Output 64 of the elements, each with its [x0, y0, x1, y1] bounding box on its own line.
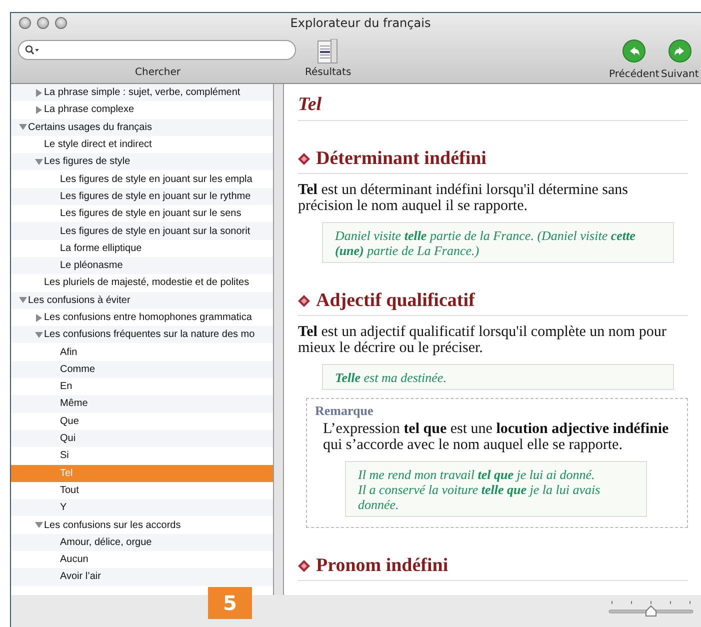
tree-item[interactable]: Le pléonasme	[11, 256, 273, 274]
diamond-icon	[298, 295, 310, 307]
section-heading: Déterminant indéfini	[316, 148, 486, 170]
tree-item[interactable]: Certains usages du français	[11, 118, 273, 136]
tree-item[interactable]: Même	[11, 395, 273, 413]
collapsed-arrow-icon[interactable]	[35, 314, 43, 322]
tree-item[interactable]: La phrase simple : sujet, verbe, complément	[11, 84, 273, 102]
close-button[interactable]	[19, 17, 31, 29]
example-text: Telle est ma destinée.	[335, 370, 448, 385]
tree-item[interactable]: Les figures de style en jouant sur la sonorit	[11, 222, 273, 240]
window-title: Explorateur du français	[290, 16, 431, 30]
tree-item[interactable]: Amour, délice, orgue	[11, 534, 273, 552]
tree-item[interactable]: Les figures de style en jouant sur les empla	[11, 170, 273, 188]
expanded-arrow-icon[interactable]	[19, 296, 27, 304]
splitter[interactable]	[274, 84, 284, 595]
diamond-icon	[298, 153, 310, 165]
document-list-icon[interactable]	[317, 39, 339, 65]
expanded-arrow-icon[interactable]	[35, 521, 43, 530]
tree-item[interactable]: Avoir l’air	[11, 568, 273, 586]
example-text: Daniel visite telle partie de la France. (Daniel visite cette (une) partie de La France.)	[335, 228, 636, 258]
tree-item[interactable]: Les figures de style en jouant sur le sens	[11, 205, 273, 222]
tree-item[interactable]: Que	[11, 412, 273, 430]
tree-item[interactable]: Si	[11, 447, 273, 465]
diamond-icon	[298, 560, 310, 572]
tree-item[interactable]: Aucun	[11, 551, 273, 568]
search-icon	[25, 45, 39, 55]
results-label: Résultats	[305, 67, 352, 78]
tree-item[interactable]: Les confusions fréquentes sur la nature des mo	[11, 326, 273, 344]
forward-button[interactable]: Suivant	[661, 39, 699, 80]
remark-label: Remarque	[315, 403, 374, 419]
tree-item[interactable]: Afin	[11, 343, 273, 361]
tree-item[interactable]: Les confusions entre homophones grammatica	[11, 308, 273, 326]
zoom-button[interactable]	[55, 17, 67, 29]
article-title: Tel	[298, 94, 688, 121]
search-label: Chercher	[135, 67, 180, 78]
expanded-arrow-icon[interactable]	[35, 158, 43, 166]
tree-item[interactable]: La forme elliptique	[11, 240, 273, 257]
tree-item[interactable]: Les confusions à éviter	[11, 292, 273, 309]
tree-item[interactable]: Le style direct et indirect	[11, 136, 273, 154]
search-field[interactable]	[18, 40, 296, 60]
tree-item[interactable]: Les pluriels de majesté, modestie et de polites	[11, 274, 273, 292]
expanded-arrow-icon[interactable]	[19, 123, 27, 132]
definition-text: Tel est un déterminant indéfini lorsqu'il détermine sans précision le nom auquel il se rapporte.	[298, 182, 629, 214]
minimize-button[interactable]	[37, 17, 49, 29]
section-heading: Adjectif qualificatif	[316, 290, 475, 312]
expanded-arrow-icon[interactable]	[35, 330, 43, 339]
callout-badge: 5	[208, 587, 252, 619]
example-text: Il a conservé la voiture telle que je la lui avais donnée.	[358, 482, 602, 512]
tree-item[interactable]: Comme	[11, 360, 273, 378]
tree-item[interactable]: En	[11, 378, 273, 396]
slider-thumb[interactable]	[646, 605, 656, 616]
back-button[interactable]: Précédent	[609, 39, 660, 80]
tree-item[interactable]: Tout	[11, 482, 273, 500]
zoom-slider[interactable]	[608, 599, 694, 619]
remark-text: L’expression tel que est une locution adjective indéfinie qui s’accorde avec le nom auquel elle se rapporte.	[323, 421, 670, 453]
tree-item[interactable]: Qui	[11, 430, 273, 448]
tree-item[interactable]: Les confusions sur les accords	[11, 516, 273, 534]
definition-text: Tel est un adjectif qualificatif lorsqu'il complète un nom pour mieux le décrire ou le préciser.	[298, 324, 668, 356]
tree-item[interactable]: La phrase complexe	[11, 101, 273, 119]
example-text: Il me rend mon travail tel que je lui ai donné.	[358, 467, 596, 482]
tree-item[interactable]: Les figures de style en jouant sur le rythme	[11, 188, 273, 206]
tree-item[interactable]: Les figures de style	[11, 153, 273, 170]
section-heading: Pronom indéfini	[316, 555, 448, 577]
tree-item[interactable]: Y	[11, 499, 273, 516]
